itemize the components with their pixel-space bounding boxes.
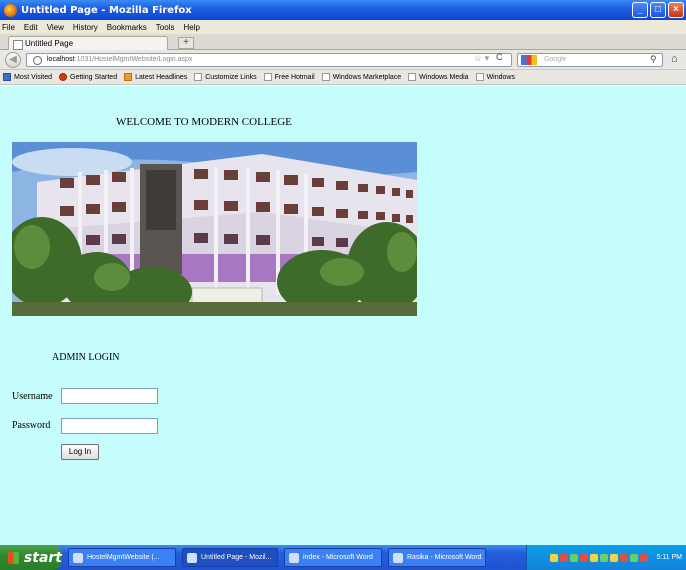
page-icon — [321, 73, 330, 81]
page-icon — [475, 73, 484, 81]
bookmark-windows-media[interactable]: Windows Media — [408, 73, 469, 81]
url-bar[interactable]: localhost:1031/HostelMgmtWebsite/Login.a… — [26, 53, 512, 67]
search-input[interactable]: Google — [517, 53, 663, 67]
taskbar-item-index-word[interactable]: index - Microsoft Word — [284, 548, 382, 567]
bookmark-windows[interactable]: Windows — [475, 73, 515, 81]
site-identity-icon[interactable] — [33, 56, 42, 65]
tab-bar: Untitled Page + — [0, 34, 686, 50]
username-input[interactable] — [61, 388, 158, 404]
minimize-button[interactable]: _ — [632, 2, 648, 18]
navigation-bar: ◀ localhost:1031/HostelMgmtWebsite/Login… — [0, 50, 686, 70]
password-input[interactable] — [61, 418, 158, 434]
url-path: :1031/HostelMgmtWebsite/Login.aspx — [74, 56, 193, 63]
firefox-icon — [59, 73, 67, 81]
back-button[interactable]: ◀ — [5, 52, 21, 68]
bookmark-customize-links[interactable]: Customize Links — [194, 73, 257, 81]
username-label: Username — [12, 391, 53, 402]
menu-edit[interactable]: Edit — [24, 23, 38, 32]
bookmark-windows-marketplace[interactable]: Windows Marketplace — [321, 73, 401, 81]
maximize-button[interactable]: □ — [650, 2, 666, 18]
college-building-image — [12, 142, 417, 316]
menu-view[interactable]: View — [47, 23, 64, 32]
menu-bookmarks[interactable]: Bookmarks — [107, 23, 147, 32]
firefox-icon — [4, 3, 17, 17]
bookmark-latest-headlines[interactable]: Latest Headlines — [124, 73, 187, 81]
page-icon — [194, 73, 203, 81]
search-icon[interactable]: ⚲ — [650, 54, 657, 65]
tab-untitled-page[interactable]: Untitled Page — [8, 36, 168, 50]
new-tab-button[interactable]: + — [178, 37, 194, 49]
login-button[interactable]: Log In — [61, 444, 99, 460]
bookmark-free-hotmail[interactable]: Free Hotmail — [263, 73, 315, 81]
window-title: Untitled Page - Mozilla Firefox — [21, 4, 192, 16]
menu-tools[interactable]: Tools — [156, 23, 175, 32]
start-button[interactable]: start — [0, 545, 62, 570]
search-placeholder: Google — [544, 56, 567, 63]
taskbar-item-firefox[interactable]: Untitled Page - Mozil... — [182, 548, 278, 567]
welcome-heading: WELCOME TO MODERN COLLEGE — [116, 116, 292, 128]
bookmark-getting-started[interactable]: Getting Started — [59, 73, 117, 81]
bookmark-most-visited[interactable]: Most Visited — [3, 73, 52, 81]
google-icon[interactable] — [521, 55, 537, 65]
page-content: WELCOME TO MODERN COLLEGE ADMIN LOGIN Us… — [0, 86, 686, 545]
reload-icon[interactable]: C — [496, 52, 503, 62]
windows-logo-icon — [8, 551, 19, 564]
taskbar-item-hostelmgmtwebsite[interactable]: HostelMgmtWebsite (... — [68, 548, 176, 567]
taskbar: start HostelMgmtWebsite (... Untitled Pa… — [0, 545, 686, 570]
page-icon — [408, 73, 417, 81]
menu-history[interactable]: History — [73, 23, 98, 32]
menu-bar: File Edit View History Bookmarks Tools H… — [0, 20, 686, 34]
system-tray: 5:11 PM — [526, 545, 686, 570]
admin-login-heading: ADMIN LOGIN — [52, 352, 120, 363]
menu-help[interactable]: Help — [183, 23, 199, 32]
close-button[interactable]: × — [668, 2, 684, 18]
bookmark-star-icon[interactable]: ☆ ▾ — [474, 53, 489, 64]
password-label: Password — [12, 420, 51, 431]
bookmarks-bar: Most Visited Getting Started Latest Head… — [0, 70, 686, 85]
menu-file[interactable]: File — [2, 23, 15, 32]
page-icon — [263, 73, 272, 81]
rss-feed-icon — [124, 73, 133, 81]
tray-icons[interactable] — [550, 553, 650, 562]
most-visited-icon — [3, 73, 11, 81]
clock: 5:11 PM — [656, 554, 682, 561]
title-bar: Untitled Page - Mozilla Firefox _ □ × — [0, 0, 686, 20]
taskbar-item-rasika-word[interactable]: Rasika - Microsoft Word — [388, 548, 486, 567]
home-icon[interactable]: ⌂ — [671, 53, 678, 65]
url-host: localhost — [47, 56, 75, 63]
